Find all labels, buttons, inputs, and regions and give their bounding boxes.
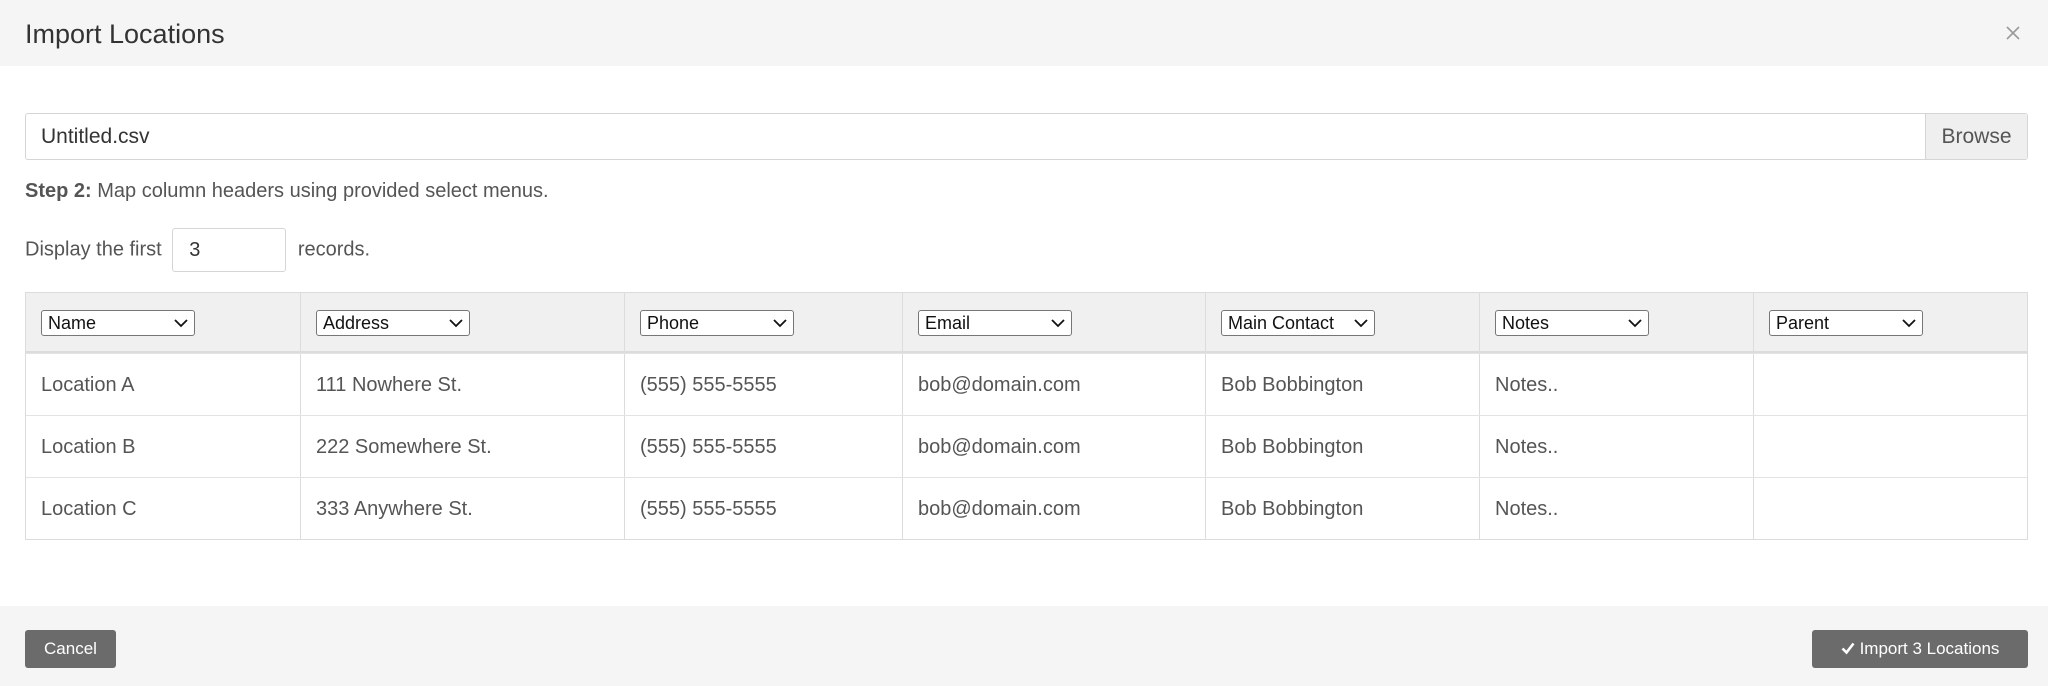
table-cell [1753, 416, 2027, 477]
display-suffix: records. [297, 238, 371, 261]
select-value: Phone [647, 313, 700, 333]
column-header: Email [902, 293, 1205, 351]
table-cell: bob@domain.com [902, 354, 1205, 415]
table-row: Location B 222 Somewhere St. (555) 555-5… [26, 415, 2027, 477]
table-cell: Notes.. [1479, 416, 1753, 477]
close-button[interactable] [1998, 18, 2028, 48]
chevron-down-icon [174, 319, 188, 328]
step-text: Map column headers using provided select… [97, 180, 549, 202]
column-header: Phone [624, 293, 902, 351]
chevron-down-icon [1354, 319, 1368, 328]
file-name-field[interactable]: Untitled.csv [41, 114, 150, 159]
select-value: Main Contact [1228, 313, 1335, 333]
column-header: Address [300, 293, 624, 351]
select-value: Name [48, 313, 97, 333]
chevron-down-icon [773, 319, 787, 328]
preview-table: Name Address Phone Email Main Contact No… [25, 292, 2028, 540]
display-prefix: Display the first [25, 238, 162, 261]
modal-title: Import Locations [25, 19, 225, 49]
table-cell: Bob Bobbington [1205, 478, 1479, 539]
modal-header: Import Locations [0, 0, 2048, 66]
record-count-input[interactable]: 3 [172, 227, 287, 272]
select-value: Email [925, 313, 971, 333]
table-cell: Location B [41, 436, 136, 458]
table-cell: 333 Anywhere St. [300, 478, 624, 539]
table-cell: 222 Somewhere St. [300, 416, 624, 477]
display-records-control: Display the first 3 records. [25, 227, 371, 272]
step-label: Step 2: [25, 180, 92, 202]
column-header: Parent [1753, 293, 2027, 351]
column-map-select[interactable]: Main Contact [1221, 310, 1375, 336]
select-value: Parent [1776, 313, 1830, 333]
table-cell: Notes.. [1479, 478, 1753, 539]
chevron-down-icon [1051, 319, 1065, 328]
import-locations-modal: Import Locations Untitled.csv Browse Ste… [0, 0, 2048, 686]
table-cell [1753, 354, 2027, 415]
table-header-row: Name Address Phone Email Main Contact No… [26, 293, 2027, 353]
table-cell: (555) 555-5555 [624, 354, 902, 415]
column-map-select[interactable]: Address [316, 310, 470, 336]
table-cell: Bob Bobbington [1205, 416, 1479, 477]
select-value: Address [323, 313, 390, 333]
import-button[interactable]: Import 3 Locations [1812, 630, 2028, 668]
column-header: Main Contact [1205, 293, 1479, 351]
select-value: Notes [1502, 313, 1550, 333]
table-cell: bob@domain.com [902, 416, 1205, 477]
table-cell: Notes.. [1479, 354, 1753, 415]
table-cell: Location C [41, 498, 137, 520]
table-cell: bob@domain.com [902, 478, 1205, 539]
column-map-select[interactable]: Email [918, 310, 1072, 336]
column-map-select[interactable]: Name [41, 310, 195, 336]
file-input-group: Untitled.csv Browse [25, 113, 2028, 160]
column-map-select[interactable]: Notes [1495, 310, 1649, 336]
column-header: Name [26, 293, 300, 351]
table-row: Location A 111 Nowhere St. (555) 555-555… [26, 353, 2027, 415]
cancel-button[interactable]: Cancel [25, 630, 116, 668]
close-icon [2006, 26, 2020, 40]
check-icon [1841, 642, 1855, 655]
browse-button[interactable]: Browse [1925, 114, 2027, 159]
import-button-label: Import 3 Locations [1859, 639, 2000, 658]
column-map-select[interactable]: Parent [1769, 310, 1923, 336]
table-cell: 111 Nowhere St. [300, 354, 624, 415]
column-map-select[interactable]: Phone [640, 310, 794, 336]
column-header: Notes [1479, 293, 1753, 351]
table-cell [1753, 478, 2027, 539]
table-cell: Bob Bobbington [1205, 354, 1479, 415]
chevron-down-icon [1902, 319, 1916, 328]
step-instructions: Step 2: Map column headers using provide… [25, 178, 549, 204]
table-cell: (555) 555-5555 [624, 478, 902, 539]
modal-footer: Cancel Import 3 Locations [0, 606, 2048, 686]
table-cell: Location A [41, 374, 135, 396]
table-cell: (555) 555-5555 [624, 416, 902, 477]
table-row: Location C 333 Anywhere St. (555) 555-55… [26, 477, 2027, 539]
chevron-down-icon [449, 319, 463, 328]
chevron-down-icon [1628, 319, 1642, 328]
